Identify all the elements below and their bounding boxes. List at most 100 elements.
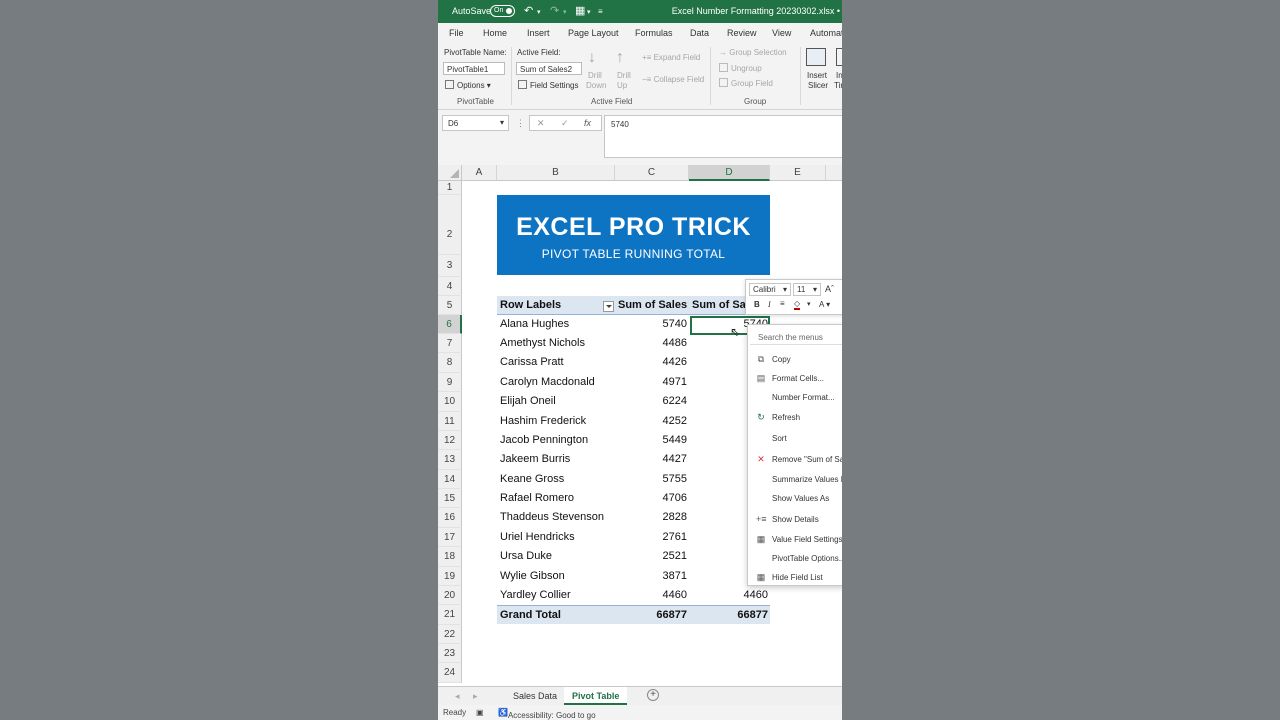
worksheet-grid[interactable]: A B C D E 1 2 3 4 5 6 7 8 9 10 11 12 13 … [438,165,842,686]
table-row[interactable]: Jakeem Burris44274 [497,450,770,469]
form-dropdown-icon[interactable]: ▾ [587,6,591,20]
menu-item-show-values-as[interactable]: Show Values As [748,491,842,507]
row-header-3[interactable]: 3 [438,255,462,277]
sheet-tab-sales-data[interactable]: Sales Data [505,687,565,705]
field-settings-button[interactable]: Field Settings [518,80,578,90]
grand-total-row[interactable]: Grand Total 66877 66877 [497,605,770,624]
row-header-13[interactable]: 13 [438,450,462,470]
formula-bar-handle[interactable]: ⋮ [516,118,525,129]
row-header-1[interactable]: 1 [438,181,462,195]
undo-dropdown-icon[interactable]: ▾ [537,6,541,20]
column-header-c[interactable]: C [615,165,689,181]
menu-item-sort[interactable]: Sort [748,431,842,447]
menu-item-remove-field[interactable]: ✕ Remove "Sum of Sal [748,452,842,468]
sheet-tab-pivot-table[interactable]: Pivot Table [564,687,628,705]
form-icon[interactable]: ▦ [575,4,585,18]
table-row[interactable]: Keane Gross57555 [497,470,770,489]
undo-icon[interactable]: ↶ [524,4,533,18]
row-header-8[interactable]: 8 [438,353,462,373]
drill-down-icon[interactable]: ↓ [588,49,596,67]
row-header-11[interactable]: 11 [438,412,462,431]
grow-font-button[interactable]: Aˆ [825,284,834,294]
active-field-input[interactable]: Sum of Sales2 [516,62,582,75]
table-row[interactable]: Elijah Oneil62246 [497,392,770,411]
row-header-9[interactable]: 9 [438,373,462,392]
table-row[interactable]: Ursa Duke25212 [497,547,770,566]
tab-page-layout[interactable]: Page Layout [568,28,619,38]
pivot-name-input[interactable]: PivotTable1 [443,62,505,75]
menu-item-pivottable-options[interactable]: PivotTable Options... [748,551,842,567]
formula-input[interactable]: 5740 [604,115,842,158]
tab-file[interactable]: File [449,28,464,38]
font-color-button[interactable]: A ▾ [819,300,830,309]
font-name-select[interactable]: Calibri ▾ [749,283,791,296]
font-size-select[interactable]: 11 ▾ [793,283,821,296]
row-header-7[interactable]: 7 [438,334,462,353]
row-header-18[interactable]: 18 [438,547,462,567]
table-row[interactable]: Jacob Pennington54495 [497,431,770,450]
row-header-17[interactable]: 17 [438,528,462,547]
table-row[interactable]: Carolyn Macdonald49714 [497,373,770,392]
menu-item-format-cells[interactable]: ▤ Format Cells... [748,371,842,387]
row-header-6[interactable]: 6 [438,315,462,334]
align-center-icon[interactable]: ≡ [780,299,785,308]
expand-field-button[interactable]: +≡ Expand Field [642,53,700,62]
group-selection-button[interactable]: → Group Selection [719,48,787,57]
bold-button[interactable]: B [754,300,760,309]
table-row[interactable]: Yardley Collier 4460 4460 [497,586,770,605]
ungroup-button[interactable]: Ungroup [719,63,762,73]
accessibility-status[interactable]: ♿ Accessibility: Good to go [498,708,596,720]
redo-icon[interactable]: ↷ [550,4,559,18]
row-header-14[interactable]: 14 [438,470,462,489]
row-header-24[interactable]: 24 [438,663,462,683]
fill-color-dropdown-icon[interactable]: ▾ [807,300,811,308]
row-header-10[interactable]: 10 [438,392,462,412]
table-row[interactable]: Carissa Pratt44264 [497,353,770,372]
column-header-f[interactable] [826,165,842,181]
enter-icon[interactable]: ✓ [561,118,569,129]
table-row[interactable]: Uriel Hendricks27612 [497,528,770,547]
next-sheet-icon[interactable]: ▸ [473,691,478,702]
table-row[interactable]: Wylie Gibson38713 [497,567,770,586]
customize-toolbar-icon[interactable]: ≡ [598,5,603,19]
menu-item-summarize-values[interactable]: Summarize Values B [748,472,842,488]
collapse-field-button[interactable]: −≡ Collapse Field [642,75,704,84]
row-header-5[interactable]: 5 [438,296,462,315]
menu-item-value-field-settings[interactable]: ▦ Value Field Settings... [748,532,842,548]
row-header-23[interactable]: 23 [438,644,462,663]
menu-item-show-details[interactable]: +≡ Show Details [748,512,842,528]
macro-record-icon[interactable]: ▣ [476,708,484,717]
name-box-dropdown-icon[interactable]: ▾ [500,118,504,127]
insert-slicer-icon[interactable] [806,48,826,66]
table-row[interactable]: Rafael Romero47064 [497,489,770,508]
prev-sheet-icon[interactable]: ◂ [455,691,460,702]
options-button[interactable]: Options ▾ [445,80,491,90]
row-header-4[interactable]: 4 [438,277,462,296]
select-all-button[interactable] [438,165,462,181]
insert-timeline-icon[interactable] [836,48,842,66]
redo-dropdown-icon[interactable]: ▾ [563,6,567,20]
fill-color-icon[interactable]: ◇ [794,299,801,310]
autosave-toggle[interactable]: On [490,5,515,17]
column-header-a[interactable]: A [462,165,497,181]
tab-formulas[interactable]: Formulas [635,28,673,38]
menu-item-copy[interactable]: ⧉ Copy [748,352,842,368]
tab-insert[interactable]: Insert [527,28,550,38]
add-sheet-icon[interactable]: + [647,689,659,701]
tab-view[interactable]: View [772,28,791,38]
pivot-header-row[interactable]: Row Labels Sum of Sales Sum of Sal [497,296,770,315]
row-header-15[interactable]: 15 [438,489,462,508]
row-header-16[interactable]: 16 [438,508,462,528]
column-header-e[interactable]: E [770,165,826,181]
column-header-b[interactable]: B [497,165,615,181]
table-row[interactable]: Hashim Frederick42524 [497,412,770,431]
menu-item-refresh[interactable]: ↻ Refresh [748,410,842,426]
drill-up-icon[interactable]: ↑ [616,49,624,67]
tab-automate[interactable]: Automat [810,28,842,38]
insert-function-icon[interactable]: fx [584,118,591,128]
tab-data[interactable]: Data [690,28,709,38]
menu-item-hide-field-list[interactable]: ▦ Hide Field List [748,570,842,586]
italic-button[interactable]: I [768,300,771,309]
row-header-21[interactable]: 21 [438,605,462,625]
filter-dropdown-icon[interactable] [603,301,614,312]
